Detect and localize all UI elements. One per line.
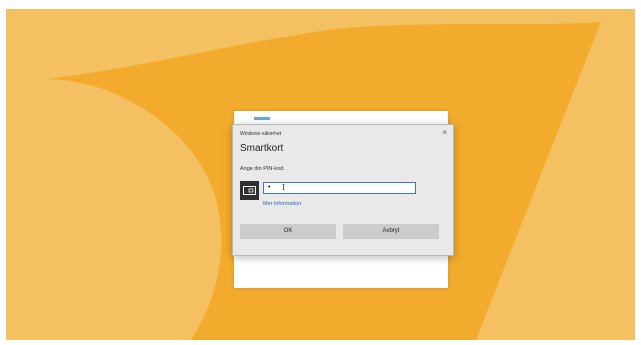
background-window-accent [254, 117, 270, 120]
security-dialog: Windows-säkerhet × Smartkort Ange din PI… [232, 124, 454, 256]
pin-input[interactable]: • [263, 182, 416, 194]
more-information-link[interactable]: Mer information [263, 201, 301, 207]
text-cursor-icon: I [282, 183, 286, 192]
close-icon[interactable]: × [442, 128, 447, 137]
dialog-title: Smartkort [240, 143, 284, 154]
dialog-caption: Windows-säkerhet [240, 131, 282, 137]
desktop: Windows-säkerhet × Smartkort Ange din PI… [6, 9, 635, 340]
cancel-button[interactable]: Avbryt [343, 224, 439, 239]
pin-prompt: Ange din PIN-kod. [240, 166, 285, 172]
ok-button[interactable]: OK [240, 224, 336, 239]
smart-card-icon [240, 181, 259, 200]
